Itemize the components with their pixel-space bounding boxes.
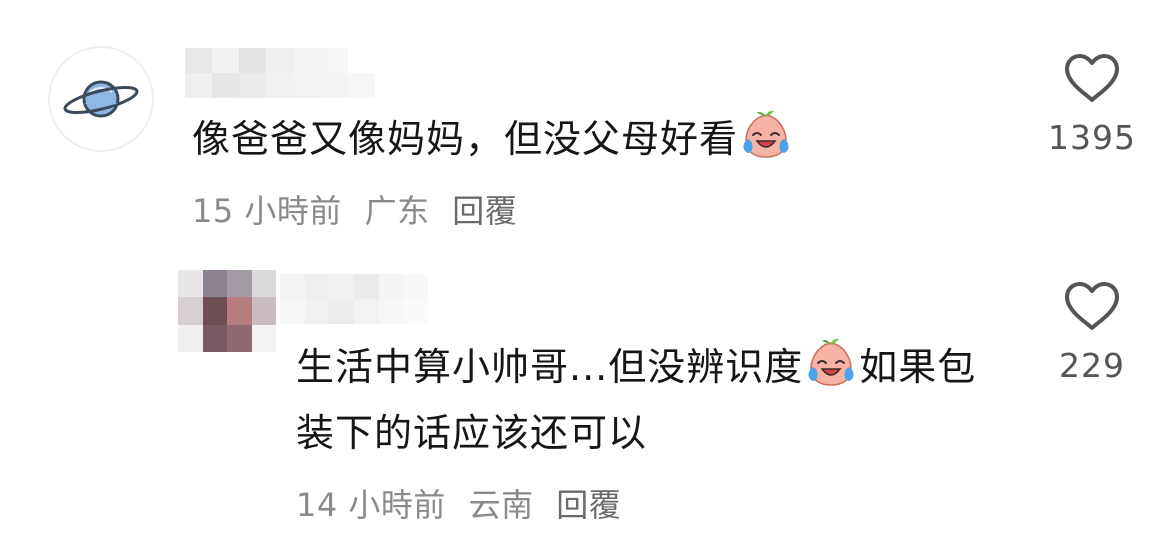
comment-meta: 14 小時前 云南 回覆 (296, 480, 633, 526)
blur-pixel (320, 48, 348, 73)
blur-pixel (178, 324, 203, 352)
username-blurred[interactable] (185, 48, 375, 98)
blur-pixel (347, 48, 375, 73)
blur-pixel (202, 297, 227, 325)
heart-icon[interactable] (1063, 280, 1121, 332)
blur-pixel (378, 299, 404, 324)
comment-meta: 15 小時前 广东 回覆 (192, 186, 529, 232)
blur-pixel (227, 324, 252, 352)
crying-laughing-peach-emoji-icon (808, 338, 854, 386)
blur-pixel (185, 48, 213, 73)
heart-icon[interactable] (1063, 52, 1121, 104)
blur-pixel (185, 73, 213, 98)
blur-pixel (251, 270, 276, 298)
blur-pixel (403, 274, 428, 299)
comment-text-part: 像爸爸又像妈妈，但没父母好看 (192, 117, 739, 161)
blur-pixel (178, 297, 203, 325)
blur-pixel (280, 299, 305, 324)
comment-item: 像爸爸又像妈妈，但没父母好看 15 小時前 广东 回覆 1395 (0, 0, 1170, 260)
like-count: 229 (1059, 346, 1125, 385)
blur-pixel (280, 274, 305, 299)
like-control: 1395 (1032, 52, 1152, 157)
blur-pixel (347, 73, 375, 98)
commenter-avatar[interactable] (178, 270, 276, 352)
crying-laughing-peach-emoji-icon (743, 110, 789, 158)
blur-pixel (293, 48, 321, 73)
blur-pixel (239, 73, 267, 98)
like-count: 1395 (1048, 118, 1136, 157)
blur-pixel (212, 48, 240, 73)
reply-button[interactable]: 回覆 (452, 192, 517, 230)
comment-time: 14 小時前 (296, 486, 446, 524)
saturn-planet-icon (63, 80, 139, 118)
blur-pixel (178, 270, 203, 298)
comment-time: 15 小時前 (192, 192, 342, 230)
comment-item: 生活中算小帅哥...但没辨识度 如果包装下的话应该还可以 14 小時前 云南 回… (0, 260, 1170, 545)
blur-pixel (378, 274, 404, 299)
comment-text[interactable]: 生活中算小帅哥...但没辨识度 如果包装下的话应该还可以 (296, 334, 996, 466)
username-blurred[interactable] (280, 274, 428, 324)
blur-pixel (353, 274, 379, 299)
commenter-avatar[interactable] (48, 46, 154, 152)
blur-pixel (266, 48, 294, 73)
blur-pixel (293, 73, 321, 98)
comment-location: 云南 (468, 486, 534, 524)
blur-pixel (227, 270, 252, 298)
blur-pixel (227, 297, 252, 325)
blur-pixel (202, 324, 227, 352)
blur-pixel (329, 299, 354, 324)
comment-text-part: 生活中算小帅哥...但没辨识度 (296, 345, 804, 389)
comment-location: 广东 (364, 192, 430, 230)
blur-pixel (212, 73, 240, 98)
blur-pixel (304, 299, 330, 324)
blur-pixel (266, 73, 294, 98)
comment-text[interactable]: 像爸爸又像妈妈，但没父母好看 (192, 106, 952, 172)
reply-button[interactable]: 回覆 (556, 486, 621, 524)
blur-pixel (202, 270, 227, 298)
blur-pixel (320, 73, 348, 98)
blur-pixel (251, 297, 276, 325)
blur-pixel (353, 299, 379, 324)
blur-pixel (329, 274, 354, 299)
blur-pixel (251, 324, 276, 352)
blur-pixel (239, 48, 267, 73)
like-control: 229 (1032, 280, 1152, 385)
blur-pixel (304, 274, 330, 299)
blur-pixel (403, 299, 428, 324)
